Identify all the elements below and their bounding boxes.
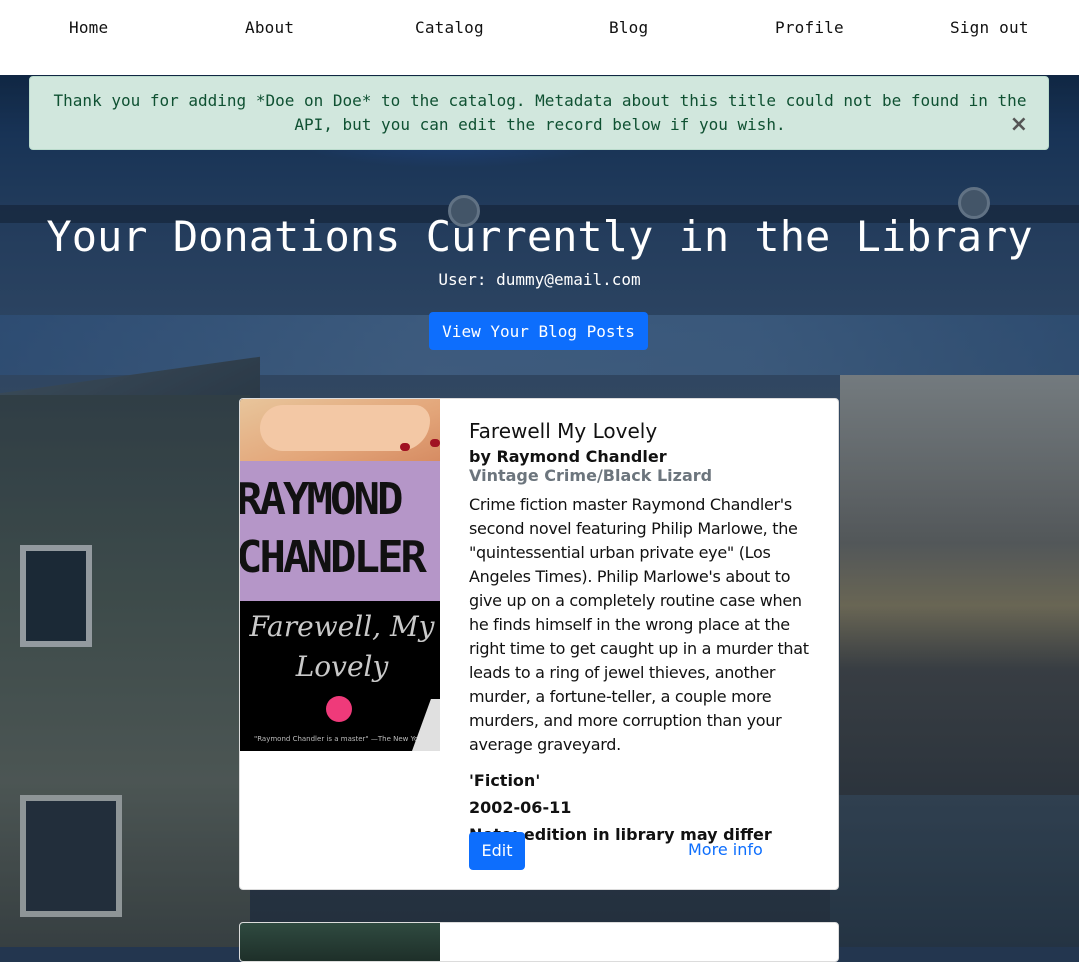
nav-sign-out[interactable]: Sign out: [950, 18, 1029, 37]
top-navbar: Home About Catalog Blog Profile Sign out: [0, 0, 1079, 75]
nav-profile[interactable]: Profile: [775, 18, 844, 37]
book-card: RAYMOND CHANDLER Farewell, My Lovely "Ra…: [239, 398, 839, 890]
publisher-logo-icon: [326, 696, 352, 722]
cover-quote: "Raymond Chandler is a master" —The New …: [254, 735, 440, 743]
more-info-link[interactable]: More info: [688, 839, 763, 861]
book-date: 2002-06-11: [469, 798, 572, 817]
book-cover-image: RAYMOND CHANDLER Farewell, My Lovely "Ra…: [240, 399, 440, 751]
edit-button[interactable]: Edit: [469, 832, 525, 870]
alert-message: Thank you for adding *Doe on Doe* to the…: [53, 91, 1027, 134]
book-publisher: Vintage Crime/Black Lizard: [469, 466, 713, 485]
view-blog-posts-button[interactable]: View Your Blog Posts: [429, 312, 648, 350]
book-cover-image: [240, 923, 440, 961]
cover-title: Farewell, My Lovely: [249, 610, 435, 683]
book-author: by Raymond Chandler: [469, 447, 667, 466]
nav-about[interactable]: About: [245, 18, 294, 37]
nav-catalog[interactable]: Catalog: [415, 18, 484, 37]
cover-author: RAYMOND CHANDLER: [240, 474, 427, 583]
book-info: Farewell My Lovely by Raymond Chandler V…: [469, 417, 819, 848]
nav-blog[interactable]: Blog: [609, 18, 648, 37]
book-genre: 'Fiction': [469, 771, 541, 790]
user-email: User: dummy@email.com: [438, 270, 641, 289]
book-description: Crime fiction master Raymond Chandler's …: [469, 495, 809, 754]
page-title: Your Donations Currently in the Library: [46, 212, 1033, 261]
book-title: Farewell My Lovely: [469, 419, 658, 443]
book-card: [239, 922, 839, 962]
close-icon[interactable]: ×: [1010, 113, 1028, 137]
success-alert: Thank you for adding *Doe on Doe* to the…: [29, 76, 1049, 150]
nav-home[interactable]: Home: [69, 18, 108, 37]
